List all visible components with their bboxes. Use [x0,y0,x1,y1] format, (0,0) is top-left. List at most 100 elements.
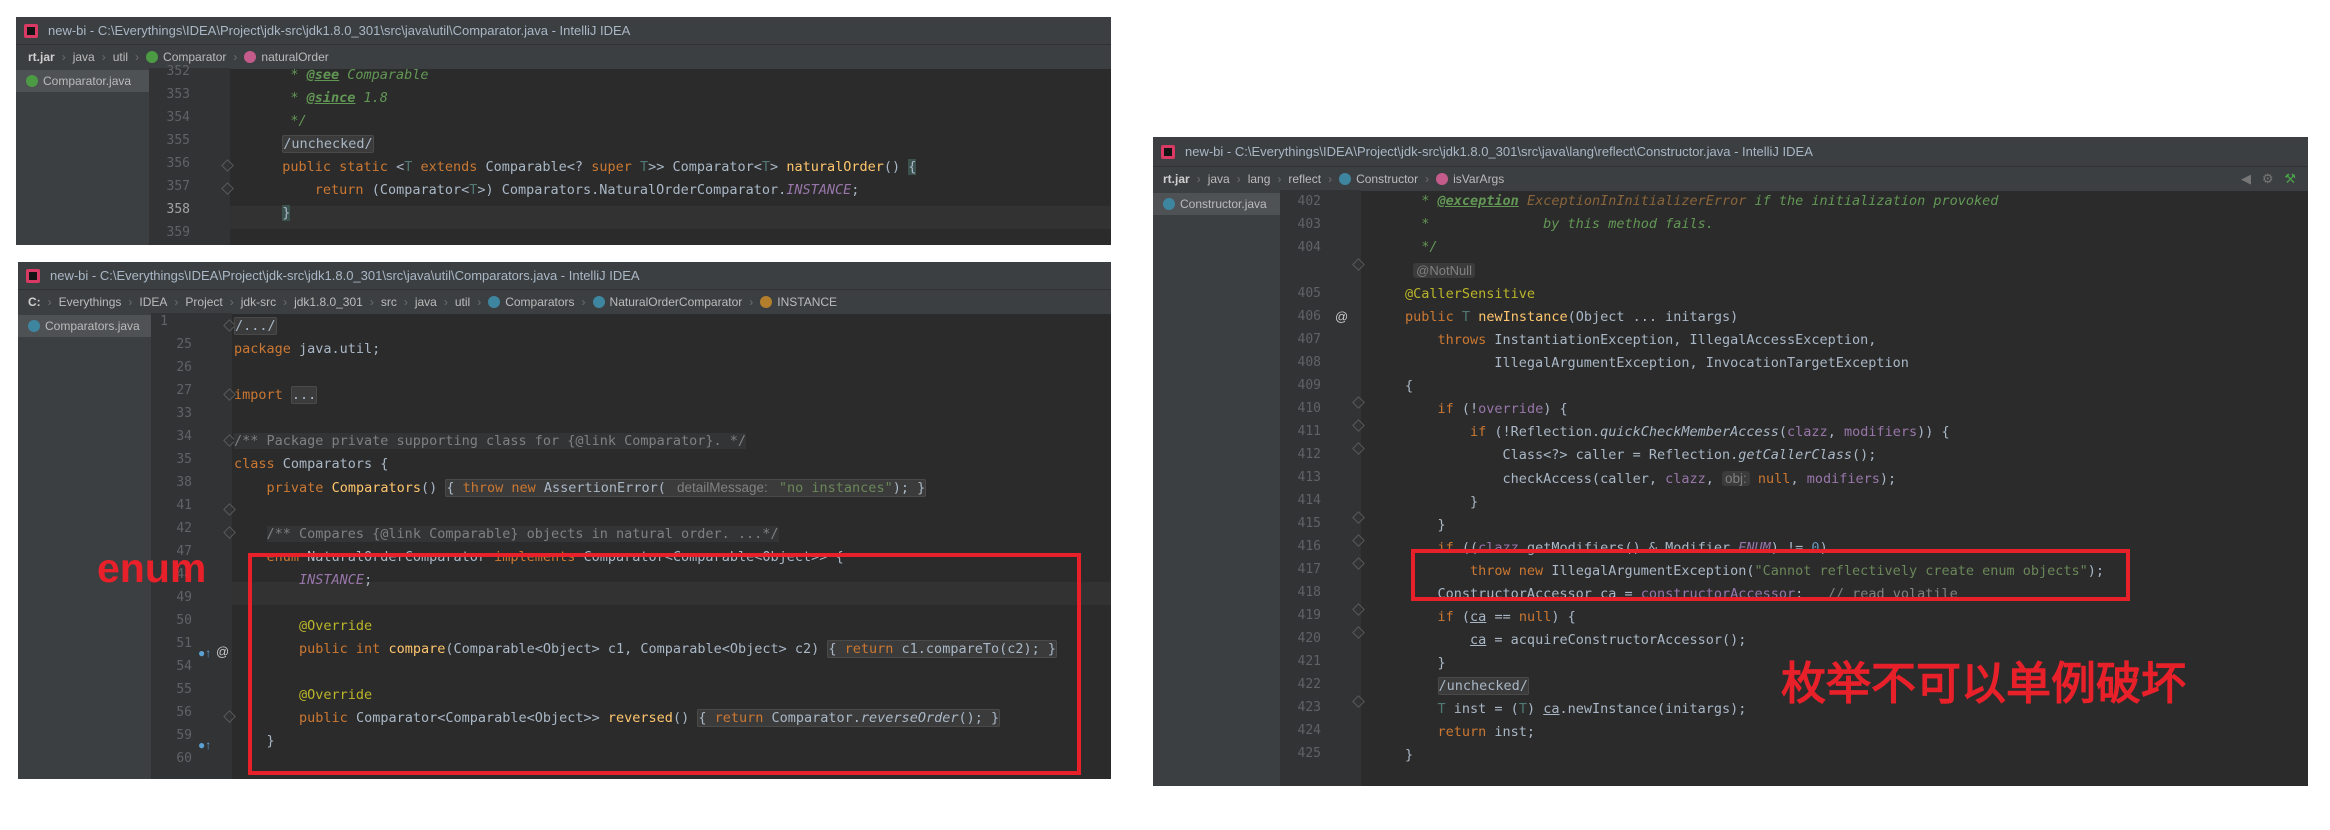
line-number: 413 [1297,470,1321,485]
enum-constant-icon [760,296,773,308]
line-number: 422 [1297,677,1321,692]
toolbar-icons: ◀ ⚙ ⚒ [2241,171,2296,187]
enum-label: enum [97,545,207,591]
line-number: 27 [176,383,192,398]
line-number: 408 [1297,355,1321,370]
line-number: 423 [1297,700,1321,715]
highlight-box [248,553,1081,775]
file-tab-constructor[interactable]: Constructor.java [1153,193,1280,215]
line-number: 38 [176,475,192,490]
build-hammer-icon[interactable]: ⚒ [2284,171,2296,186]
window-title: new-bi - C:\Everythings\IDEA\Project\jdk… [50,268,640,283]
crumb-comparators[interactable]: Comparators [488,295,575,309]
line-number: 417 [1297,562,1321,577]
line-number: 59 [176,728,192,743]
interface-icon [26,75,38,87]
line-number: 414 [1297,493,1321,508]
line-number: 409 [1297,378,1321,393]
line-number: 353 [166,87,190,102]
file-tab-comparators[interactable]: Comparators.java [18,315,151,337]
crumb-reflect[interactable]: reflect [1288,172,1321,186]
line-number: 406 [1297,309,1321,324]
class-icon [592,296,605,308]
crumb-java[interactable]: java [415,295,437,309]
line-number: 421 [1297,654,1321,669]
settings-icon[interactable]: ⚙ [2262,171,2274,186]
line-number: 415 [1297,516,1321,531]
line-number: 410 [1297,401,1321,416]
line-number: 424 [1297,723,1321,738]
code-area[interactable]: * @see Comparable * @since 1.8 */ /unche… [266,64,917,225]
crumb-rt-jar[interactable]: rt.jar [1163,172,1190,186]
breadcrumb: rt.jar › java › lang › reflect › Constructor… [1153,166,2308,191]
line-number: 420 [1297,631,1321,646]
enum-singleton-label: 枚举不可以单例破坏 [1781,658,2187,709]
crumb-project[interactable]: Project [185,295,222,309]
file-tab-panel: Constructor.java [1153,190,1281,786]
crumb-everythings[interactable]: Everythings [59,295,122,309]
crumb-lang[interactable]: lang [1248,172,1271,186]
implements-method-icon[interactable]: ●↑ [198,646,211,660]
file-tab-comparator[interactable]: Comparator.java [16,70,149,92]
line-number: 54 [176,659,192,674]
intellij-logo-icon [1161,144,1175,159]
crumb-util[interactable]: util [455,295,470,309]
ide-window-constructor: new-bi - C:\Everythings\IDEA\Project\jdk… [1153,137,2308,786]
ide-window-comparators: new-bi - C:\Everythings\IDEA\Project\jdk… [18,262,1111,779]
crumb-rt-jar[interactable]: rt.jar [28,50,55,64]
line-gutter [1281,190,1361,786]
line-number: 33 [176,406,192,421]
ide-window-comparator: new-bi - C:\Everythings\IDEA\Project\jdk… [16,17,1111,245]
crumb-src[interactable]: src [381,295,397,309]
class-icon [28,320,40,332]
crumb-is-var-args[interactable]: isVarArgs [1436,172,1504,186]
crumb-util[interactable]: util [113,50,128,64]
crumb-comparator[interactable]: Comparator [146,50,226,64]
line-number: 354 [166,110,190,125]
crumb-java[interactable]: java [73,50,95,64]
line-number: 412 [1297,447,1321,462]
title-bar: new-bi - C:\Everythings\IDEA\Project\jdk… [1153,137,2308,166]
line-number: 405 [1297,286,1321,301]
line-number: 49 [176,590,192,605]
line-number: 34 [176,429,192,444]
crumb-natural-order-comparator[interactable]: NaturalOrderComparator [592,295,742,309]
line-number: 416 [1297,539,1321,554]
crumb-natural-order[interactable]: naturalOrder [244,50,329,64]
breadcrumb: C: › Everythings › IDEA › Project › jdk-src ›… [18,289,1111,314]
line-number: 352 [166,64,190,79]
method-icon [1436,173,1449,185]
title-bar: new-bi - C:\Everythings\IDEA\Project\jdk… [16,17,1111,44]
line-number: 50 [176,613,192,628]
line-number: 41 [176,498,192,513]
crumb-jdk-version[interactable]: jdk1.8.0_301 [294,295,363,309]
line-number: 42 [176,521,192,536]
line-number: 51 [176,636,192,651]
line-number: 419 [1297,608,1321,623]
back-icon[interactable]: ◀ [2241,171,2251,186]
override-annotation-icon: @ [216,644,230,659]
line-number: 404 [1297,240,1321,255]
line-number: 407 [1297,332,1321,347]
line-number: 359 [166,225,190,240]
class-icon [1339,173,1352,185]
line-number: 411 [1297,424,1321,439]
line-number: 402 [1297,194,1321,209]
crumb-constructor[interactable]: Constructor [1339,172,1418,186]
crumb-idea[interactable]: IDEA [139,295,167,309]
crumb-java[interactable]: java [1208,172,1230,186]
line-number: 25 [176,337,192,352]
line-number: 357 [166,179,190,194]
line-number: 56 [176,705,192,720]
line-number: 35 [176,452,192,467]
crumb-drive[interactable]: C: [28,295,41,309]
method-icon [244,51,257,63]
class-icon [488,296,501,308]
window-title: new-bi - C:\Everythings\IDEA\Project\jdk… [1185,144,1813,159]
overrides-method-icon[interactable]: ●↑ [198,738,211,752]
crumb-jdk-src[interactable]: jdk-src [241,295,276,309]
title-bar: new-bi - C:\Everythings\IDEA\Project\jdk… [18,262,1111,289]
line-number: 425 [1297,746,1321,761]
crumb-instance[interactable]: INSTANCE [760,295,837,309]
class-icon [1163,198,1175,210]
